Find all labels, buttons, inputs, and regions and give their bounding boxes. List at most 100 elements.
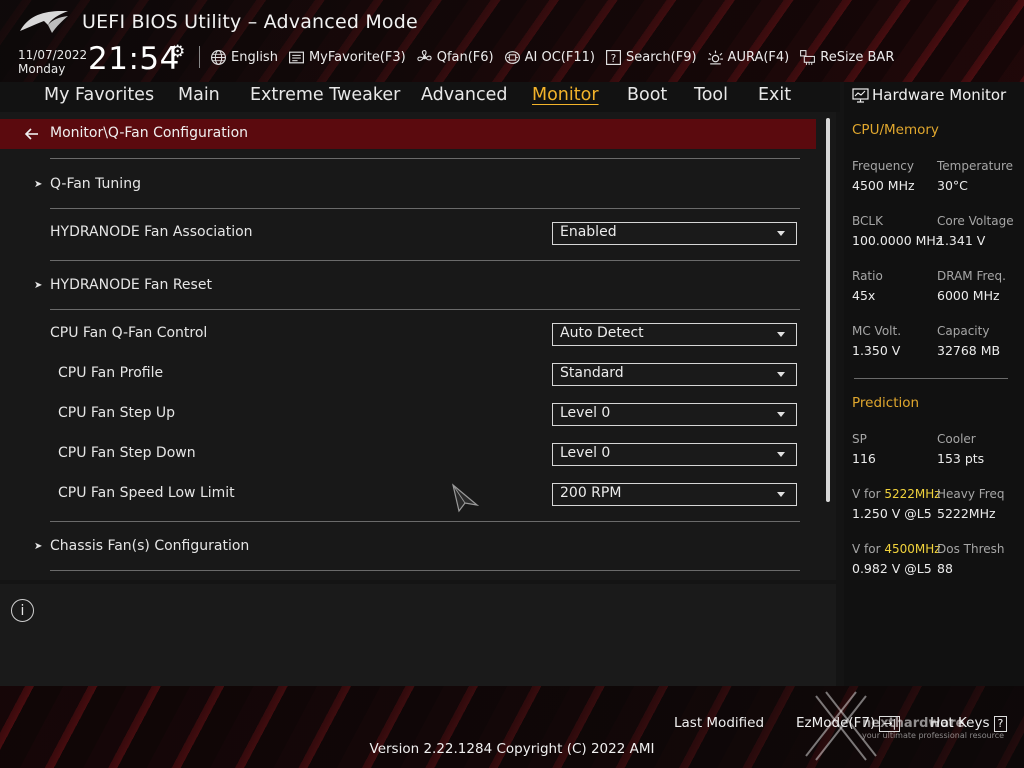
tab-my-favorites[interactable]: My Favorites: [44, 85, 154, 105]
v-for-prefix: V for: [852, 542, 885, 556]
hw-value: 1.250 V @L5: [852, 506, 932, 521]
hw-label: MC Volt.: [852, 324, 902, 338]
header-bar: UEFI BIOS Utility – Advanced Mode 11/07/…: [0, 0, 1024, 82]
tab-advanced[interactable]: Advanced: [421, 85, 507, 105]
hw-label: Core Voltage: [937, 214, 1014, 228]
svg-text:?: ?: [611, 51, 617, 64]
select-value: Level 0: [560, 405, 611, 421]
breadcrumb-bar: Monitor\Q-Fan Configuration: [0, 119, 816, 149]
language-label: English: [231, 49, 278, 65]
chevron-down-icon: [777, 332, 785, 337]
resize-bar-button[interactable]: ReSize BAR: [799, 47, 894, 67]
hw-label: Heavy Freq: [937, 487, 1005, 501]
hw-value: 32768 MB: [937, 343, 1001, 358]
day-display: Monday: [18, 62, 66, 76]
tab-tool[interactable]: Tool: [694, 85, 728, 105]
divider: [50, 570, 800, 571]
myfavorite-label: MyFavorite(F3): [308, 49, 406, 65]
chevron-down-icon: [777, 492, 785, 497]
cpu-qfan-control-label: CPU Fan Q-Fan Control: [50, 325, 208, 341]
divider: [50, 158, 800, 159]
time-display: 21:54: [88, 41, 180, 77]
resize-bar-label: ReSize BAR: [820, 49, 895, 65]
qfan-tuning-link[interactable]: Q-Fan Tuning: [50, 176, 141, 192]
hw-value: 0.982 V @L5: [852, 561, 932, 576]
favorite-icon: [288, 51, 304, 63]
hydranode-assoc-select[interactable]: Enabled: [552, 222, 797, 245]
breadcrumb: Monitor\Q-Fan Configuration: [50, 125, 249, 141]
cpu-fan-profile-select[interactable]: Standard: [552, 363, 797, 386]
hw-value: 6000 MHz: [937, 288, 1000, 303]
chevron-down-icon: [777, 372, 785, 377]
tab-extreme-tweaker[interactable]: Extreme Tweaker: [250, 85, 400, 105]
cpu-fan-profile-label: CPU Fan Profile: [58, 365, 164, 381]
myfavorite-button[interactable]: MyFavorite(F3): [288, 47, 406, 67]
hw-value: 88: [937, 561, 953, 576]
mouse-pointer-icon: [452, 483, 479, 513]
search-button[interactable]: ? Search(F9): [605, 47, 697, 67]
aura-icon: [707, 50, 723, 64]
hardware-monitor-title: Hardware Monitor: [872, 86, 1007, 104]
help-info-panel: i: [0, 584, 836, 686]
select-value: Auto Detect: [560, 325, 644, 341]
hw-label: Temperature: [937, 159, 1014, 173]
language-button[interactable]: English: [210, 47, 278, 67]
scrollbar[interactable]: [826, 118, 830, 502]
hw-divider: [854, 378, 1008, 379]
last-modified-button[interactable]: Last Modified: [674, 715, 764, 731]
cpu-fan-step-down-label: CPU Fan Step Down: [58, 445, 196, 461]
hw-label: BCLK: [852, 214, 883, 228]
cpu-fan-step-up-select[interactable]: Level 0: [552, 403, 797, 426]
hw-label: V for 5222MHz: [852, 487, 941, 501]
submenu-arrow-icon: ➤: [34, 541, 43, 552]
tab-boot[interactable]: Boot: [627, 85, 667, 105]
watermark-text: nexthardware: [862, 716, 965, 731]
hydranode-assoc-label: HYDRANODE Fan Association: [50, 224, 253, 240]
select-value: Standard: [560, 365, 624, 381]
hw-label: Capacity: [937, 324, 990, 338]
main-tabs: My Favorites Main Extreme Tweaker Advanc…: [0, 82, 840, 112]
hw-value: 1.341 V: [937, 233, 986, 248]
settings-panel: Monitor\Q-Fan Configuration ➤ Q-Fan Tuni…: [0, 112, 836, 580]
qfan-button[interactable]: Qfan(F6): [416, 47, 494, 67]
ai-oc-label: AI OC(F11): [524, 49, 595, 65]
ai-oc-button[interactable]: AI OC(F11): [504, 47, 595, 67]
chevron-down-icon: [777, 452, 785, 457]
gear-icon[interactable]: ⚙: [170, 42, 185, 62]
tab-monitor[interactable]: Monitor: [532, 85, 599, 105]
divider: [50, 521, 800, 522]
hydranode-reset-link[interactable]: HYDRANODE Fan Reset: [50, 277, 212, 293]
v-for-frequency: 5222MHz: [884, 487, 941, 501]
divider: [50, 260, 800, 261]
fan-icon: [417, 49, 432, 61]
hw-value: 45x: [852, 288, 876, 303]
cpu-fan-speed-low-select[interactable]: 200 RPM: [552, 483, 797, 506]
cpu-fan-step-up-label: CPU Fan Step Up: [58, 405, 176, 421]
hw-label: DRAM Freq.: [937, 269, 1006, 283]
hw-value: 4500 MHz: [852, 178, 915, 193]
hw-label: Cooler: [937, 432, 976, 446]
divider: [50, 208, 800, 209]
tab-exit[interactable]: Exit: [758, 85, 791, 105]
hw-label: SP: [852, 432, 867, 446]
cpu-qfan-control-select[interactable]: Auto Detect: [552, 323, 797, 346]
cpu-fan-step-down-select[interactable]: Level 0: [552, 443, 797, 466]
chassis-fans-link[interactable]: Chassis Fan(s) Configuration: [50, 538, 249, 554]
tab-main[interactable]: Main: [178, 85, 220, 105]
back-arrow-icon[interactable]: [23, 125, 41, 143]
cpu-memory-section: CPU/Memory: [852, 122, 939, 138]
date-display: 11/07/2022: [18, 48, 88, 62]
select-value: Enabled: [560, 224, 617, 240]
select-value: Level 0: [560, 445, 611, 461]
prediction-section: Prediction: [852, 395, 920, 411]
select-value: 200 RPM: [560, 485, 622, 501]
chevron-down-icon: [777, 412, 785, 417]
cpu-fan-speed-low-label: CPU Fan Speed Low Limit: [58, 485, 235, 501]
qfan-label: Qfan(F6): [436, 49, 494, 65]
submenu-arrow-icon: ➤: [34, 280, 43, 291]
info-icon: i: [11, 599, 34, 622]
toolbar: English MyFavorite(F3) Qfan(F6) AI OC(F1…: [210, 47, 904, 67]
hw-value: 116: [852, 451, 876, 466]
hw-value: 30°C: [937, 178, 968, 193]
aura-button[interactable]: AURA(F4): [707, 47, 789, 67]
